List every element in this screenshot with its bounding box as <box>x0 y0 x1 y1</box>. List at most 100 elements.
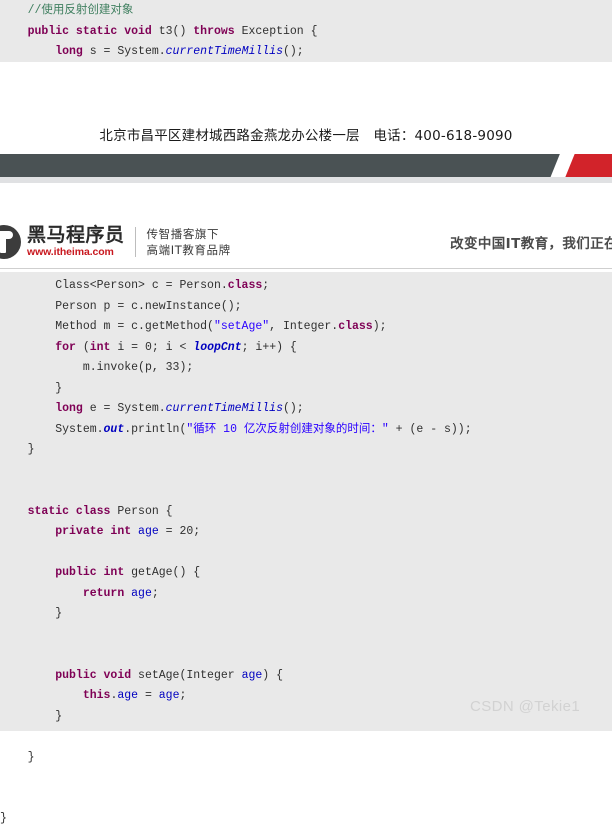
code-line: } <box>0 604 612 625</box>
code-token: currentTimeMillis <box>165 45 283 58</box>
code-token: Exception { <box>234 24 318 38</box>
code-token: ( <box>75 340 90 354</box>
address-text: 北京市昌平区建材城西路金燕龙办公楼一层 电话：400-618-9090 <box>99 128 513 144</box>
code-token: loopCnt <box>193 340 242 354</box>
address-bar: 北京市昌平区建材城西路金燕龙办公楼一层 电话：400-618-9090 <box>0 115 612 153</box>
code-token: (); <box>282 402 304 415</box>
banner-strip <box>0 154 612 177</box>
code-token: class <box>338 320 373 333</box>
code-token: (); <box>282 45 304 58</box>
code-line: this.age = age; <box>0 686 612 707</box>
logo-wordmark: 黑马程序员 www.itheima.com <box>27 225 125 259</box>
brand-slogan: 改变中国IT教育，我们正在 <box>450 236 612 252</box>
code-line: m.invoke(p, 33); <box>0 358 612 379</box>
code-token: Method m = c.getMethod( <box>55 320 214 333</box>
code-block-main: Class<Person> c = Person.class; Person p… <box>0 272 612 825</box>
code-token: int <box>89 340 111 354</box>
code-token: + (e - s)); <box>388 422 472 436</box>
code-line: //使用反射创建对象 <box>0 1 612 22</box>
code-token: } <box>55 709 63 723</box>
brand-row: 黑马程序员 www.itheima.com 传智播客旗下 高端IT教育品牌 改变… <box>0 221 612 263</box>
code-token: setAge(Integer <box>131 668 242 682</box>
code-line: } <box>0 809 612 830</box>
code-token: i = 0; i < <box>110 340 194 354</box>
code-line: System.out.println("循环 10 亿次反射创建对象的时间：" … <box>0 420 612 441</box>
code-line: Method m = c.getMethod("setAge", Integer… <box>0 317 612 338</box>
code-token: //使用反射创建对象 <box>27 4 134 17</box>
code-token: m.invoke(p, 33); <box>82 361 194 374</box>
code-token: "循环 10 亿次反射创建对象的时间：" <box>186 422 389 436</box>
code-token: age <box>131 586 152 600</box>
code-token: this <box>82 689 111 702</box>
code-token: throws <box>193 24 235 38</box>
code-token: age <box>241 668 263 682</box>
code-token: age <box>138 525 159 538</box>
code-token: = <box>138 689 159 702</box>
code-token: public int <box>55 566 125 579</box>
code-token: } <box>0 812 7 825</box>
code-token: Person { <box>110 504 173 518</box>
code-line: } <box>0 379 612 400</box>
code-token: System. <box>55 422 104 436</box>
code-token: t3() <box>151 24 194 38</box>
code-line: return age; <box>0 584 612 605</box>
code-token: private int <box>55 525 132 538</box>
code-token: .println( <box>124 422 187 436</box>
code-token: getAge() { <box>124 566 201 579</box>
code-token: } <box>55 381 63 395</box>
code-line: long e = System.currentTimeMillis(); <box>0 399 612 420</box>
code-token: public static void <box>27 24 152 38</box>
code-block-top: //使用反射创建对象 public static void t3() throw… <box>0 0 612 62</box>
code-token: long <box>55 402 83 415</box>
code-token: } <box>27 443 35 456</box>
code-line: private int age = 20; <box>0 522 612 543</box>
code-token: age <box>117 689 139 702</box>
code-line: public int getAge() { <box>0 563 612 584</box>
code-token: } <box>27 750 35 764</box>
logo-divider <box>134 227 136 257</box>
code-line: Person p = c.newInstance(); <box>0 297 612 318</box>
code-token: } <box>55 607 63 620</box>
code-token: for <box>55 340 76 354</box>
code-token: out <box>103 422 125 436</box>
code-token: ) { <box>262 668 283 682</box>
code-token: Class<Person> c = Person. <box>55 279 228 292</box>
banner-red-accent <box>565 154 612 177</box>
code-token: Person p = c.newInstance(); <box>55 299 242 313</box>
code-token: class <box>227 279 263 292</box>
logo-website-url: www.itheima.com <box>27 246 114 258</box>
code-token: long <box>55 45 83 58</box>
code-token: ; <box>151 586 159 600</box>
code-line: long s = System.currentTimeMillis(); <box>0 42 612 63</box>
logo-brand-name: 黑马程序员 <box>27 224 125 246</box>
code-line: public void setAge(Integer age) { <box>0 666 612 687</box>
code-line: } <box>0 748 612 769</box>
page-gap-spacer <box>0 62 612 115</box>
code-line: } <box>0 440 612 461</box>
code-line: Class<Person> c = Person.class; <box>0 276 612 297</box>
